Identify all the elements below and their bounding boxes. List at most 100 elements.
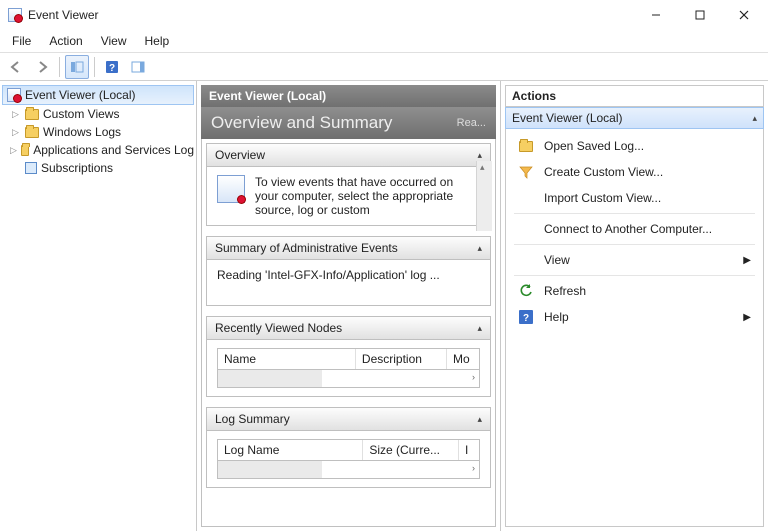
scroll-thumb[interactable] bbox=[218, 370, 322, 387]
menu-view[interactable]: View bbox=[93, 32, 135, 50]
titlebar: Event Viewer bbox=[0, 0, 768, 30]
chevron-right-icon: ▶ bbox=[743, 312, 751, 323]
panel-logsummary-head[interactable]: Log Summary ▴ bbox=[206, 407, 491, 431]
center-header: Event Viewer (Local) bbox=[201, 85, 496, 107]
menu-action[interactable]: Action bbox=[41, 32, 90, 50]
scroll-right-icon[interactable]: › bbox=[472, 372, 475, 382]
action-label: Refresh bbox=[544, 284, 751, 298]
panel-title: Recently Viewed Nodes bbox=[215, 321, 342, 335]
menu-help[interactable]: Help bbox=[137, 32, 178, 50]
back-button[interactable] bbox=[4, 55, 28, 79]
svg-text:?: ? bbox=[523, 313, 529, 324]
panel-button[interactable] bbox=[126, 55, 150, 79]
expand-icon[interactable]: ▷ bbox=[10, 127, 21, 138]
logsummary-columns: Log Name Size (Curre... I bbox=[217, 439, 480, 461]
app-icon bbox=[8, 8, 22, 22]
collapse-icon[interactable]: ▴ bbox=[752, 113, 757, 124]
scrollbar[interactable] bbox=[476, 161, 492, 231]
separator bbox=[514, 244, 755, 245]
column-modified[interactable]: Mo bbox=[447, 349, 479, 369]
panel-recent: Recently Viewed Nodes ▴ Name Description… bbox=[206, 316, 491, 397]
tree-item-windows-logs[interactable]: ▷ Windows Logs bbox=[2, 123, 194, 141]
panel-title: Summary of Administrative Events bbox=[215, 241, 398, 255]
folder-icon bbox=[25, 109, 39, 120]
column-logname[interactable]: Log Name bbox=[218, 440, 363, 460]
help-button[interactable]: ? bbox=[100, 55, 124, 79]
actions-subheader[interactable]: Event Viewer (Local) ▴ bbox=[505, 107, 764, 129]
panel-logsummary: Log Summary ▴ Log Name Size (Curre... I … bbox=[206, 407, 491, 488]
panel-summary-head[interactable]: Summary of Administrative Events ▴ bbox=[206, 236, 491, 260]
blank-icon bbox=[518, 221, 534, 237]
separator bbox=[59, 57, 60, 77]
panel-overview-head[interactable]: Overview ▴ bbox=[206, 143, 491, 167]
tree-root[interactable]: Event Viewer (Local) bbox=[2, 85, 194, 105]
action-view[interactable]: View ▶ bbox=[508, 247, 761, 273]
separator bbox=[94, 57, 95, 77]
subscriptions-icon bbox=[25, 162, 37, 174]
tree-item-subscriptions[interactable]: Subscriptions bbox=[2, 159, 194, 177]
column-i[interactable]: I bbox=[459, 440, 479, 460]
open-folder-icon bbox=[518, 138, 534, 154]
collapse-icon[interactable]: ▴ bbox=[477, 323, 482, 334]
action-import-custom-view[interactable]: Import Custom View... bbox=[508, 185, 761, 211]
column-size[interactable]: Size (Curre... bbox=[363, 440, 459, 460]
panel-summary: Summary of Administrative Events ▴ Readi… bbox=[206, 236, 491, 306]
center-subheader-right: Rea... bbox=[457, 117, 486, 129]
minimize-button[interactable] bbox=[634, 1, 678, 29]
logsummary-scroll[interactable]: ‹ › bbox=[217, 461, 480, 479]
recent-scroll[interactable]: ‹ › bbox=[217, 370, 480, 388]
action-refresh[interactable]: Refresh bbox=[508, 278, 761, 304]
tree-item-app-services-logs[interactable]: ▷ Applications and Services Log bbox=[2, 141, 194, 159]
tree-item-label: Subscriptions bbox=[41, 161, 113, 175]
column-description[interactable]: Description bbox=[356, 349, 447, 369]
chevron-right-icon: ▶ bbox=[743, 255, 751, 266]
show-tree-button[interactable] bbox=[65, 55, 89, 79]
panel-title: Overview bbox=[215, 148, 265, 162]
folder-icon bbox=[21, 145, 29, 156]
close-button[interactable] bbox=[722, 1, 766, 29]
funnel-icon bbox=[518, 164, 534, 180]
center-pane: Event Viewer (Local) Overview and Summar… bbox=[197, 81, 501, 531]
folder-icon bbox=[25, 127, 39, 138]
collapse-icon[interactable]: ▴ bbox=[477, 243, 482, 254]
action-label: Help bbox=[544, 310, 733, 324]
tree-root-label: Event Viewer (Local) bbox=[25, 88, 136, 102]
action-create-custom-view[interactable]: Create Custom View... bbox=[508, 159, 761, 185]
window-title: Event Viewer bbox=[28, 8, 98, 22]
center-subheader-text: Overview and Summary bbox=[211, 113, 392, 133]
refresh-icon bbox=[518, 283, 534, 299]
center-subheader: Overview and Summary Rea... bbox=[201, 107, 496, 139]
summary-text: Reading 'Intel-GFX-Info/Application' log… bbox=[217, 268, 440, 282]
action-connect-computer[interactable]: Connect to Another Computer... bbox=[508, 216, 761, 242]
blank-icon bbox=[518, 190, 534, 206]
action-label: View bbox=[544, 253, 733, 267]
scroll-thumb[interactable] bbox=[218, 461, 322, 478]
separator bbox=[514, 275, 755, 276]
action-help[interactable]: ? Help ▶ bbox=[508, 304, 761, 330]
navigation-tree: Event Viewer (Local) ▷ Custom Views ▷ Wi… bbox=[0, 81, 197, 531]
expand-icon[interactable]: ▷ bbox=[10, 109, 21, 120]
help-icon: ? bbox=[518, 309, 534, 325]
forward-button[interactable] bbox=[30, 55, 54, 79]
blank-icon bbox=[518, 252, 534, 268]
overview-text: To view events that have occurred on you… bbox=[255, 175, 480, 217]
separator bbox=[514, 213, 755, 214]
action-open-saved-log[interactable]: Open Saved Log... bbox=[508, 133, 761, 159]
action-label: Open Saved Log... bbox=[544, 139, 751, 153]
maximize-button[interactable] bbox=[678, 1, 722, 29]
event-viewer-icon bbox=[7, 88, 21, 102]
collapse-icon[interactable]: ▴ bbox=[477, 414, 482, 425]
svg-text:?: ? bbox=[109, 63, 115, 74]
collapse-icon[interactable]: ▴ bbox=[477, 150, 482, 161]
actions-subheader-label: Event Viewer (Local) bbox=[512, 111, 623, 125]
menubar: File Action View Help bbox=[0, 30, 768, 52]
recent-columns: Name Description Mo bbox=[217, 348, 480, 370]
tree-item-custom-views[interactable]: ▷ Custom Views bbox=[2, 105, 194, 123]
column-name[interactable]: Name bbox=[218, 349, 356, 369]
menu-file[interactable]: File bbox=[4, 32, 39, 50]
scroll-right-icon[interactable]: › bbox=[472, 463, 475, 473]
panel-title: Log Summary bbox=[215, 412, 290, 426]
expand-icon[interactable]: ▷ bbox=[10, 145, 17, 156]
event-viewer-icon bbox=[217, 175, 245, 203]
panel-recent-head[interactable]: Recently Viewed Nodes ▴ bbox=[206, 316, 491, 340]
